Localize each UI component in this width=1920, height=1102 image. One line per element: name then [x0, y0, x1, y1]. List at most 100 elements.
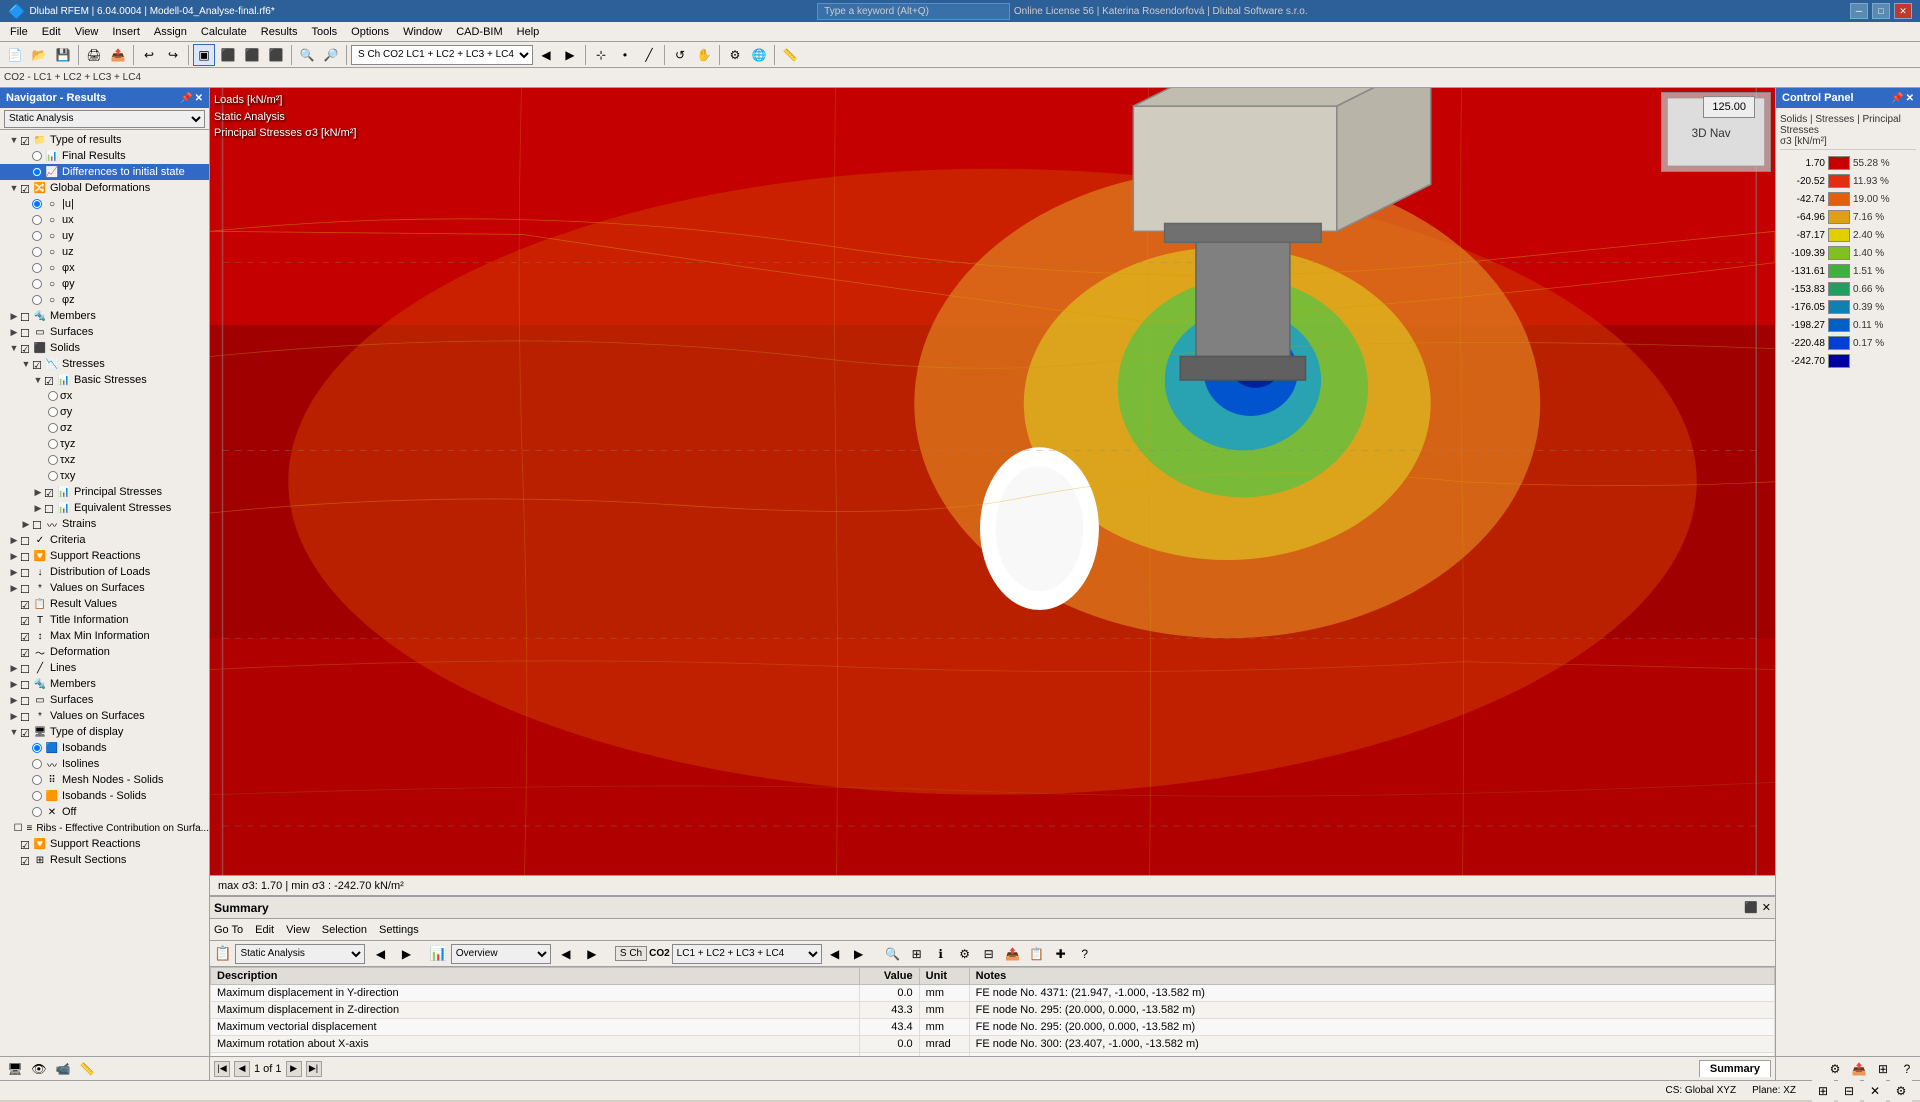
radio-phix[interactable] — [32, 263, 42, 273]
radio-sy[interactable] — [48, 407, 58, 417]
tree-support-reactions[interactable]: ▶ ☐ 🔽 Support Reactions — [0, 548, 209, 564]
menu-insert[interactable]: Insert — [106, 24, 146, 40]
tb-copy[interactable]: 📋 — [1026, 943, 1048, 965]
measure-tool[interactable]: 📏 — [779, 44, 801, 66]
tree-equiv-stresses[interactable]: ▶ ☐ 📊 Equivalent Stresses — [0, 500, 209, 516]
next-combo[interactable]: ▶ — [559, 44, 581, 66]
tree-txy[interactable]: τxy — [0, 468, 209, 484]
status-btn3[interactable]: ✕ — [1864, 1080, 1886, 1102]
tree-lines[interactable]: ▶ ☐ ╱ Lines — [0, 660, 209, 676]
view3d-button[interactable]: ▣ — [193, 44, 215, 66]
tree-values-surfaces[interactable]: ▶ ☐ * Values on Surfaces — [0, 580, 209, 596]
radio-sz[interactable] — [48, 423, 58, 433]
menu-help[interactable]: Help — [511, 24, 546, 40]
legend-layout-btn[interactable]: ⊞ — [1872, 1058, 1894, 1080]
tree-ribs[interactable]: ☐ ≡ Ribs - Effective Contribution on Sur… — [0, 820, 209, 836]
first-page-btn[interactable]: |◀ — [214, 1061, 230, 1077]
tree-support-reactions2[interactable]: ☑ 🔽 Support Reactions — [0, 836, 209, 852]
status-btn1[interactable]: ⊞ — [1812, 1080, 1834, 1102]
tree-criteria[interactable]: ▶ ☐ ✓ Criteria — [0, 532, 209, 548]
menu-file[interactable]: File — [4, 24, 34, 40]
last-page-btn[interactable]: ▶| — [306, 1061, 322, 1077]
zoom-all[interactable]: 🔍 — [296, 44, 318, 66]
prev-lc[interactable]: ◀ — [824, 943, 846, 965]
tree-surfaces[interactable]: ▶ ☐ ▭ Surfaces — [0, 324, 209, 340]
view-side[interactable]: ⬛ — [265, 44, 287, 66]
tree-phiy[interactable]: ○ φy — [0, 276, 209, 292]
line-tool[interactable]: ╱ — [638, 44, 660, 66]
tree-isobands[interactable]: 🟦 Isobands — [0, 740, 209, 756]
tree-isolines[interactable]: 〰 Isolines — [0, 756, 209, 772]
legend-export-btn[interactable]: 📤 — [1848, 1058, 1870, 1080]
radio-final-results[interactable] — [32, 151, 42, 161]
tree-u[interactable]: ○ |u| — [0, 196, 209, 212]
summary-close-btn[interactable]: ✕ — [1762, 901, 1771, 914]
radio-mesh-nodes[interactable] — [32, 775, 42, 785]
tree-members2[interactable]: ▶ ☐ 🔩 Members — [0, 676, 209, 692]
tree-mesh-nodes[interactable]: ⠿ Mesh Nodes - Solids — [0, 772, 209, 788]
pan-tool[interactable]: ✋ — [693, 44, 715, 66]
next-overview[interactable]: ▶ — [581, 943, 603, 965]
tree-result-sections[interactable]: ☑ ⊞ Result Sections — [0, 852, 209, 868]
tree-final-results[interactable]: 📊 Final Results — [0, 148, 209, 164]
prev-combo[interactable]: ◀ — [535, 44, 557, 66]
close-button[interactable]: ✕ — [1894, 3, 1912, 19]
status-btn4[interactable]: ⚙ — [1890, 1080, 1912, 1102]
load-case-combo[interactable]: S Ch CO2 LC1 + LC2 + LC3 + LC4 — [351, 45, 533, 65]
node-tool[interactable]: • — [614, 44, 636, 66]
radio-diff-initial[interactable] — [32, 167, 42, 177]
menu-calculate[interactable]: Calculate — [195, 24, 253, 40]
tree-stresses[interactable]: ▼ ☑ 📉 Stresses — [0, 356, 209, 372]
tab-summary[interactable]: Summary — [1699, 1060, 1771, 1077]
tree-ux[interactable]: ○ ux — [0, 212, 209, 228]
lc-combo[interactable]: LC1 + LC2 + LC3 + LC4 — [672, 944, 822, 964]
next-lc[interactable]: ▶ — [848, 943, 870, 965]
next-analysis[interactable]: ▶ — [395, 943, 417, 965]
menu-tools[interactable]: Tools — [305, 24, 343, 40]
tree-phiz[interactable]: ○ φz — [0, 292, 209, 308]
tree-sx[interactable]: σx — [0, 388, 209, 404]
zoom-window[interactable]: 🔎 — [320, 44, 342, 66]
nav-search-select[interactable]: Static Analysis — [4, 110, 205, 128]
menu-results[interactable]: Results — [255, 24, 304, 40]
print-button[interactable]: 🖨 — [83, 44, 105, 66]
check-global-def[interactable]: ☑ — [20, 183, 30, 193]
tree-sy[interactable]: σy — [0, 404, 209, 420]
redo-button[interactable]: ↪ — [162, 44, 184, 66]
selection-menu[interactable]: Selection — [322, 924, 367, 936]
tree-maxmin-info[interactable]: ☑ ↕ Max Min Information — [0, 628, 209, 644]
tb-settings[interactable]: ⚙ — [954, 943, 976, 965]
cp-pin-btn[interactable]: 📌 — [1891, 93, 1903, 104]
prev-page-btn[interactable]: ◀ — [234, 1061, 250, 1077]
legend-settings-btn[interactable]: ⚙ — [1824, 1058, 1846, 1080]
radio-txz[interactable] — [48, 455, 58, 465]
view-top[interactable]: ⬛ — [217, 44, 239, 66]
tree-strains[interactable]: ▶ ☐ 〰 Strains — [0, 516, 209, 532]
tree-global-def[interactable]: ▼ ☑ 🔀 Global Deformations — [0, 180, 209, 196]
prev-overview[interactable]: ◀ — [555, 943, 577, 965]
overview-combo[interactable]: Overview — [451, 944, 551, 964]
tree-isobands-solids[interactable]: 🟧 Isobands - Solids — [0, 788, 209, 804]
tb-group[interactable]: ⊞ — [906, 943, 928, 965]
radio-txy[interactable] — [48, 471, 58, 481]
legend-help-btn[interactable]: ? — [1896, 1058, 1918, 1080]
table-row[interactable]: Maximum vectorial displacement 43.4 mm F… — [211, 1019, 1775, 1036]
summary-expand-btn[interactable]: ⬛ — [1744, 901, 1758, 914]
table-row[interactable]: Maximum displacement in Z-direction 43.3… — [211, 1002, 1775, 1019]
radio-uy[interactable] — [32, 231, 42, 241]
render-btn[interactable]: 🌐 — [748, 44, 770, 66]
radio-off[interactable] — [32, 807, 42, 817]
radio-isobands-solids[interactable] — [32, 791, 42, 801]
open-button[interactable]: 📂 — [28, 44, 50, 66]
menu-window[interactable]: Window — [397, 24, 448, 40]
tree-sz[interactable]: σz — [0, 420, 209, 436]
tb-info[interactable]: ℹ — [930, 943, 952, 965]
radio-phiz[interactable] — [32, 295, 42, 305]
nav-close-button[interactable]: ✕ — [195, 93, 203, 104]
view-menu[interactable]: View — [286, 924, 310, 936]
new-button[interactable]: 📄 — [4, 44, 26, 66]
menu-cad-bim[interactable]: CAD-BIM — [450, 24, 508, 40]
edit-menu[interactable]: Edit — [255, 924, 274, 936]
tree-off[interactable]: ✕ Off — [0, 804, 209, 820]
display-settings[interactable]: ⚙ — [724, 44, 746, 66]
